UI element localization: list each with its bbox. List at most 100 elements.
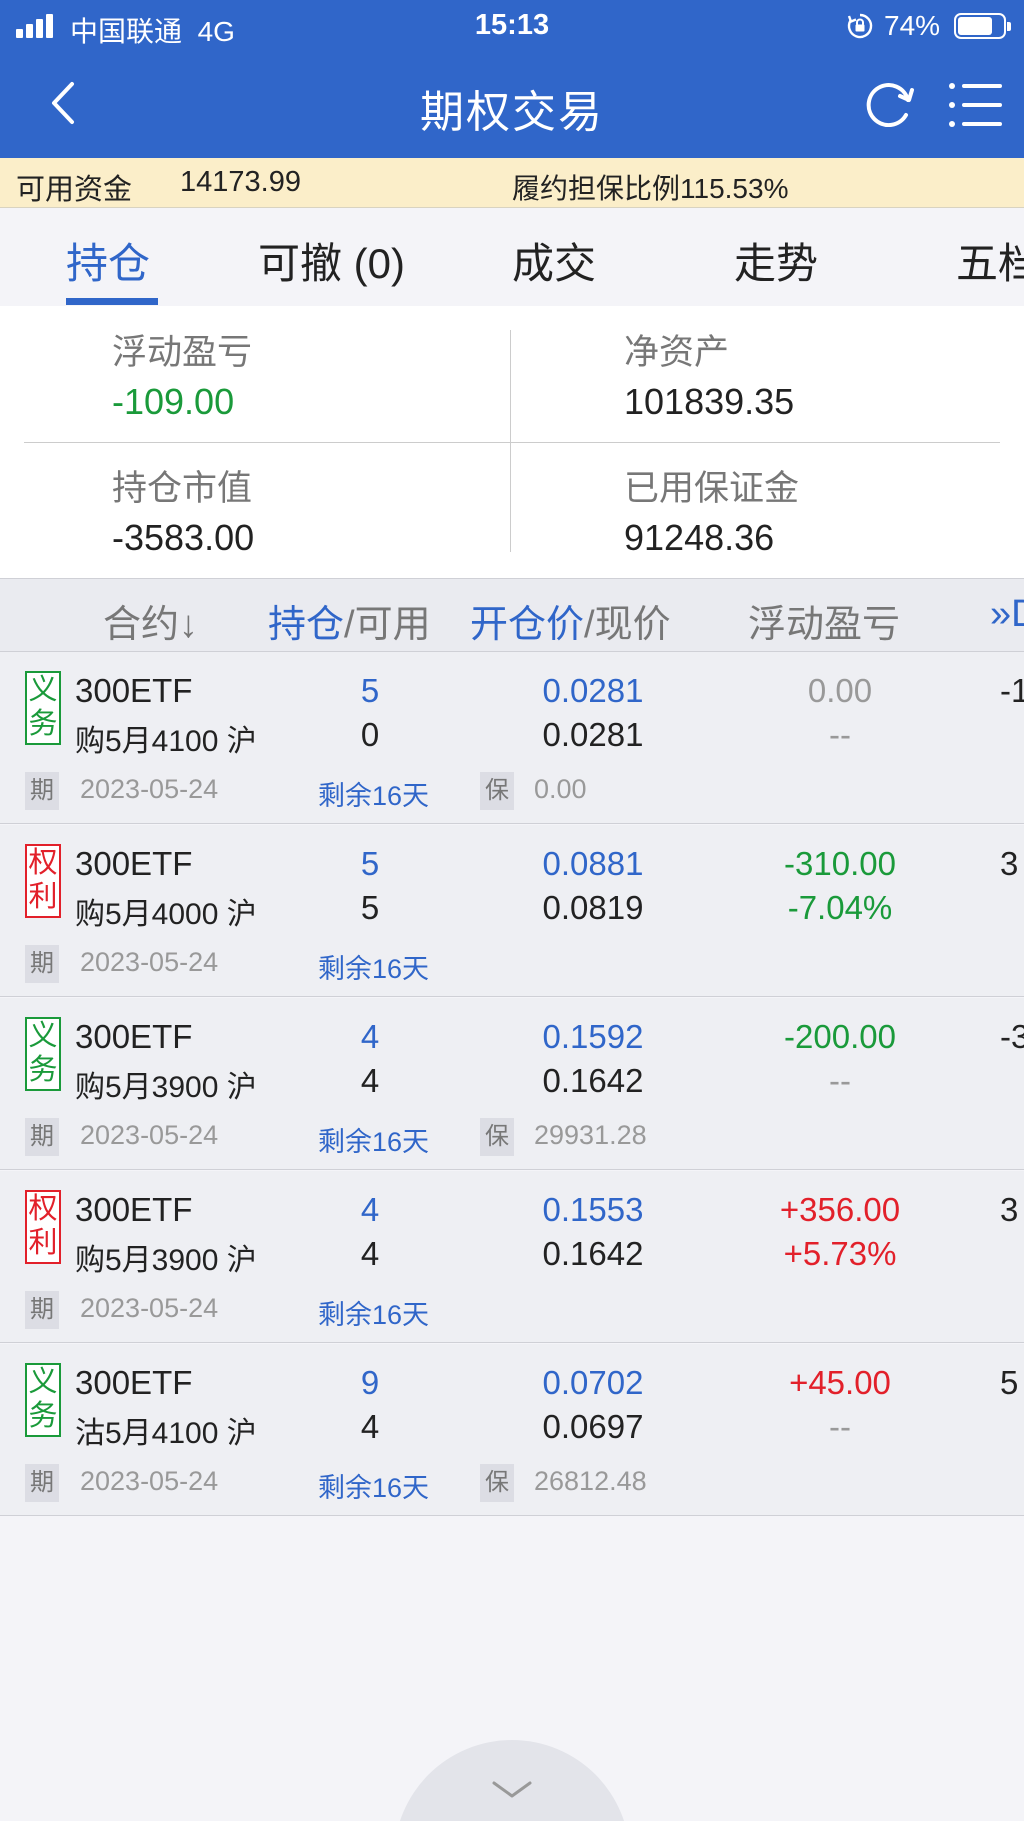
pull-down-handle[interactable] — [394, 1740, 630, 1821]
header-position-available[interactable]: 持仓/可用 — [268, 593, 431, 648]
margin-tag: 保 — [480, 1118, 514, 1156]
position-qty: 5 — [360, 845, 380, 882]
position-qty: 9 — [360, 1364, 380, 1401]
expiry-tag: 期 — [25, 1464, 59, 1502]
header-more[interactable]: »D — [990, 593, 1024, 636]
available-qty: 4 — [360, 1235, 380, 1272]
status-bar: 中国联通 4G 15:13 74% — [0, 0, 1024, 52]
list-menu-icon[interactable] — [948, 80, 1004, 130]
account-summary: 浮动盈亏 -109.00 净资产 101839.35 持仓市值 -3583.00… — [0, 306, 1024, 578]
expiry-date: 2023-05-24 — [80, 1120, 219, 1150]
days-remaining: 剩余16天 — [318, 1300, 430, 1330]
header-open-current-price[interactable]: 开仓价/现价 — [470, 593, 671, 648]
margin-ratio: 履约担保比例115.53% — [512, 173, 789, 204]
current-price: 0.0819 — [542, 889, 644, 926]
current-price: 0.0697 — [542, 1408, 644, 1445]
market-value-summary: 持仓市值 -3583.00 — [112, 469, 255, 558]
current-price: 0.0281 — [542, 716, 644, 753]
margin-tag: 保 — [480, 1464, 514, 1502]
current-price: 0.1642 — [542, 1062, 644, 1099]
position-qty: 4 — [360, 1018, 380, 1055]
tab-trades[interactable]: 成交 — [512, 230, 596, 291]
available-qty: 4 — [360, 1062, 380, 1099]
clipped-column-value: -3 — [1000, 1018, 1024, 1055]
expiry-date: 2023-05-24 — [80, 774, 219, 804]
option-type-badge: 权 利 — [25, 844, 61, 918]
available-qty: 0 — [360, 716, 380, 753]
underlying-name: 300ETF — [75, 1364, 193, 1401]
tab-bar: 持仓 可撤 (0) 成交 走势 五档 — [0, 208, 1024, 306]
clipped-column-value: 5 — [1000, 1364, 1019, 1401]
days-remaining: 剩余16天 — [318, 781, 430, 811]
available-qty: 5 — [360, 889, 380, 926]
floating-pl-percent: +5.73% — [783, 1235, 897, 1272]
table-row[interactable]: 义 务 300ETF 购5月4100 沪 5 0 0.0281 0.0281 0.00 -- -1… — [0, 652, 1024, 824]
expiry-date: 2023-05-24 — [80, 1466, 219, 1496]
margin-value: 0.00 — [534, 774, 587, 804]
table-row[interactable]: 义 务 300ETF 沽5月4100 沪 9 4 0.0702 0.0697 +45.00 --… — [0, 1344, 1024, 1516]
clipped-column-value: 3 — [1000, 845, 1019, 882]
clipped-column-value: -1 — [1000, 672, 1024, 709]
expiry-tag: 期 — [25, 772, 59, 810]
summary-divider-horizontal — [24, 442, 1000, 443]
underlying-name: 300ETF — [75, 672, 193, 709]
available-qty: 4 — [360, 1408, 380, 1445]
expiry-date: 2023-05-24 — [80, 1293, 219, 1323]
floating-pl-percent: -- — [829, 1062, 851, 1099]
open-price: 0.0702 — [542, 1364, 644, 1401]
expiry-tag: 期 — [25, 945, 59, 983]
tab-trend[interactable]: 走势 — [734, 230, 818, 291]
header-floating-pl[interactable]: 浮动盈亏 — [748, 593, 900, 648]
table-row[interactable]: 权 利 300ETF 购5月3900 沪 4 4 0.1553 0.1642 +356.00 +… — [0, 1171, 1024, 1343]
option-type-badge: 义 务 — [25, 671, 61, 745]
chevron-down-icon — [492, 1781, 532, 1798]
margin-value: 29931.28 — [534, 1120, 647, 1150]
floating-pl-value: -109.00 — [112, 381, 235, 422]
floating-pl-percent: -7.04% — [787, 889, 893, 926]
open-price: 0.0881 — [542, 845, 644, 882]
floating-pl: 0.00 — [807, 672, 873, 709]
battery-percent: 74% — [884, 10, 941, 41]
refresh-icon[interactable] — [862, 78, 916, 132]
expiry-tag: 期 — [25, 1118, 59, 1156]
days-remaining: 剩余16天 — [318, 1127, 430, 1157]
net-assets-summary: 净资产 101839.35 — [624, 333, 795, 422]
available-funds-value: 14173.99 — [180, 166, 301, 198]
current-price: 0.1642 — [542, 1235, 644, 1272]
floating-pl: -310.00 — [784, 845, 896, 882]
top-bar: 中国联通 4G 15:13 74% 期权交易 — [0, 0, 1024, 158]
used-margin-value: 91248.36 — [624, 517, 775, 558]
position-qty: 5 — [360, 672, 380, 709]
floating-pl: -200.00 — [784, 1018, 896, 1055]
underlying-name: 300ETF — [75, 1018, 193, 1055]
position-qty: 4 — [360, 1191, 380, 1228]
floating-pl: +45.00 — [789, 1364, 891, 1401]
option-type-badge: 义 务 — [25, 1017, 61, 1091]
margin-value: 26812.48 — [534, 1466, 647, 1496]
contract-name: 购5月4000 沪 — [75, 898, 257, 931]
expiry-tag: 期 — [25, 1291, 59, 1329]
header-contract[interactable]: 合约↓ — [103, 593, 198, 648]
margin-tag: 保 — [480, 772, 514, 810]
rotation-lock-icon — [847, 13, 873, 39]
tab-five-levels[interactable]: 五档 — [956, 230, 1024, 291]
tab-cancellable[interactable]: 可撤 (0) — [258, 230, 405, 291]
floating-pl-percent: -- — [829, 1408, 851, 1445]
floating-pl-summary: 浮动盈亏 -109.00 — [112, 333, 253, 422]
options-trading-screen: 中国联通 4G 15:13 74% 期权交易 可用资金 14173.99 履约担… — [0, 0, 1024, 1821]
expiry-date: 2023-05-24 — [80, 947, 219, 977]
tab-positions[interactable]: 持仓 — [66, 230, 150, 291]
open-price: 0.1553 — [542, 1191, 644, 1228]
table-row[interactable]: 权 利 300ETF 购5月4000 沪 5 5 0.0881 0.0819 -310.00 -… — [0, 825, 1024, 997]
open-price: 0.1592 — [542, 1018, 644, 1055]
market-value-value: -3583.00 — [112, 517, 255, 558]
option-type-badge: 义 务 — [25, 1363, 61, 1437]
positions-table-header: 合约↓ 持仓/可用 开仓价/现价 浮动盈亏 »D — [0, 578, 1024, 652]
net-assets-value: 101839.35 — [624, 381, 795, 422]
contract-name: 购5月3900 沪 — [75, 1244, 257, 1277]
clipped-column-value: 3 — [1000, 1191, 1019, 1228]
summary-divider-vertical — [510, 330, 511, 552]
battery-icon — [954, 13, 1011, 39]
table-row[interactable]: 义 务 300ETF 购5月3900 沪 4 4 0.1592 0.1642 -200.00 -… — [0, 998, 1024, 1170]
available-funds-label: 可用资金 — [16, 174, 133, 206]
